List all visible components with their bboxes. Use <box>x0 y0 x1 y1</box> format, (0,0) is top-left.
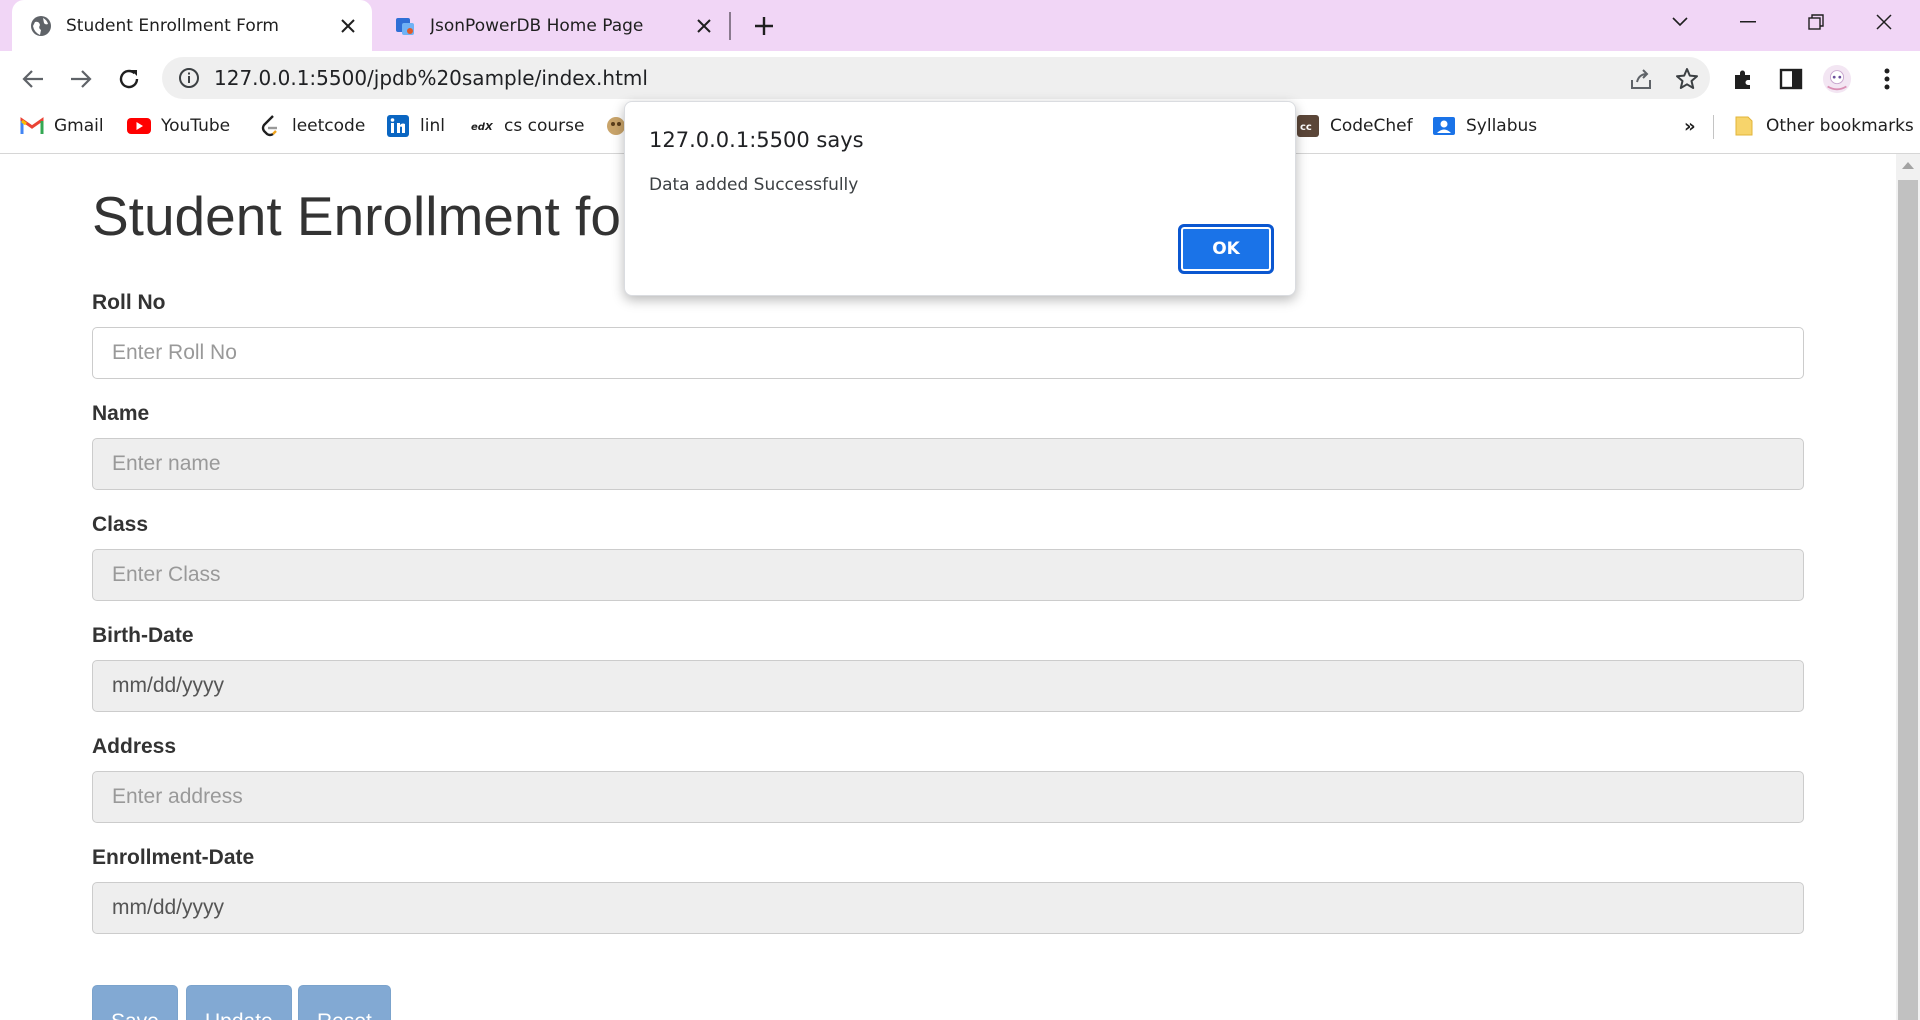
roll-no-label: Roll No <box>92 291 166 314</box>
globe-icon <box>30 15 52 37</box>
browser-toolbar: 127.0.0.1:5500/jpdb%20sample/index.html <box>0 51 1920 106</box>
tab-title: JsonPowerDB Home Page <box>430 15 644 36</box>
share-icon[interactable] <box>1628 66 1654 92</box>
bookmark-linl[interactable]: linl <box>386 106 445 146</box>
other-bookmarks-label: Other bookmarks <box>1766 116 1914 136</box>
tab-close-icon[interactable] <box>690 12 718 40</box>
birth-date-label: Birth-Date <box>92 624 194 647</box>
save-button[interactable]: Save <box>92 985 178 1020</box>
bookmark-star-icon[interactable] <box>1674 66 1700 92</box>
class-label: Class <box>92 513 149 536</box>
bookmarks-overflow-chevron[interactable]: » <box>1684 106 1696 146</box>
update-button[interactable]: Update <box>186 985 292 1020</box>
youtube-icon <box>127 114 151 138</box>
name-label: Name <box>92 402 150 425</box>
dialog-message: Data added Successfully <box>649 175 859 195</box>
enrollment-date-label: Enrollment-Date <box>92 846 255 869</box>
bookmark-gmail[interactable]: Gmail <box>20 106 104 146</box>
folder-icon <box>1732 114 1756 138</box>
tab-title: Student Enrollment Form <box>66 15 279 36</box>
scroll-up-arrow-icon[interactable] <box>1902 162 1914 169</box>
page-title: Student Enrollment form <box>92 185 686 247</box>
reset-button[interactable]: Reset <box>298 985 391 1020</box>
svg-text:edX: edX <box>471 122 494 133</box>
tab-search-chevron-down-icon[interactable] <box>1652 0 1708 44</box>
bookmark-label: linl <box>420 116 445 136</box>
dialog-title: 127.0.0.1:5500 says <box>649 128 864 152</box>
forward-arrow-icon[interactable] <box>62 60 100 98</box>
ok-button[interactable]: OK <box>1178 224 1274 274</box>
edx-icon: edX <box>470 114 494 138</box>
tab-close-icon[interactable] <box>334 12 362 40</box>
linkedin-icon <box>386 114 410 138</box>
tab-jsonpowerdb-home-page[interactable]: JsonPowerDB Home Page <box>376 0 728 51</box>
bookmark-label: Gmail <box>54 116 104 136</box>
close-window-icon[interactable] <box>1856 0 1912 44</box>
birth-date-input[interactable]: mm/dd/yyyy <box>92 660 1804 712</box>
side-panel-icon[interactable] <box>1776 64 1806 94</box>
enrollment-date-input[interactable]: mm/dd/yyyy <box>92 882 1804 934</box>
minimize-icon[interactable] <box>1720 0 1776 44</box>
new-tab-plus-icon[interactable] <box>748 10 780 42</box>
scrollbar-thumb[interactable] <box>1898 180 1918 1020</box>
bookmark-label: leetcode <box>292 116 366 136</box>
site-info-icon[interactable] <box>178 67 200 89</box>
bookmarks-separator <box>1713 115 1714 139</box>
syllabus-icon <box>1432 114 1456 138</box>
address-input[interactable] <box>92 771 1804 823</box>
leetcode-icon <box>258 114 282 138</box>
alert-dialog: 127.0.0.1:5500 says Data added Successfu… <box>624 101 1296 296</box>
reload-icon[interactable] <box>110 60 148 98</box>
bookmark-leetcode[interactable]: leetcode <box>258 106 365 146</box>
address-bar[interactable]: 127.0.0.1:5500/jpdb%20sample/index.html <box>162 57 1710 99</box>
back-arrow-icon[interactable] <box>14 60 52 98</box>
name-input[interactable] <box>92 438 1804 490</box>
bookmark-cs-course[interactable]: edX cs course <box>470 106 584 146</box>
roll-no-input[interactable] <box>92 327 1804 379</box>
tab-separator <box>729 12 731 40</box>
bookmark-codechef[interactable]: cc CodeChef <box>1296 106 1413 146</box>
tab-student-enrollment-form[interactable]: Student Enrollment Form <box>12 0 372 51</box>
bookmark-label: Syllabus <box>1466 116 1538 136</box>
class-input[interactable] <box>92 549 1804 601</box>
menu-kebab-icon[interactable] <box>1872 64 1902 94</box>
extensions-puzzle-icon[interactable] <box>1728 64 1758 94</box>
bookmark-label: CodeChef <box>1330 116 1413 136</box>
bookmark-label: cs course <box>504 116 585 136</box>
gmail-icon <box>20 114 44 138</box>
bookmark-label: YouTube <box>161 116 231 136</box>
other-bookmarks[interactable]: Other bookmarks <box>1732 106 1914 146</box>
profile-avatar[interactable] <box>1822 64 1852 94</box>
address-label: Address <box>92 735 177 758</box>
jsonpowerdb-icon <box>394 15 416 37</box>
svg-text:cc: cc <box>1300 122 1312 133</box>
codechef-icon: cc <box>1296 114 1320 138</box>
bookmark-syllabus[interactable]: Syllabus <box>1432 106 1537 146</box>
restore-icon[interactable] <box>1788 0 1844 44</box>
browser-tab-strip: Student Enrollment Form JsonPowerDB Home… <box>0 0 1920 51</box>
vertical-scrollbar[interactable] <box>1896 154 1920 1020</box>
url-text: 127.0.0.1:5500/jpdb%20sample/index.html <box>214 66 648 90</box>
bookmark-youtube[interactable]: YouTube <box>127 106 230 146</box>
